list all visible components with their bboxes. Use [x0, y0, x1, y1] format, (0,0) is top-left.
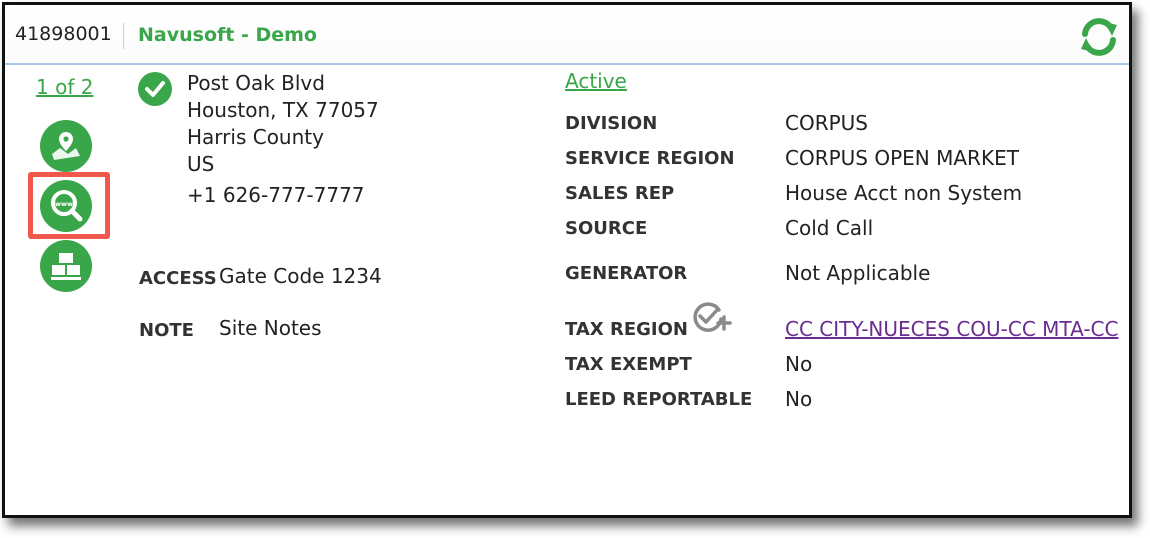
site-panel: 41898001 Navusoft - Demo 1 of 2 www Post…	[2, 2, 1132, 518]
tax-region-link[interactable]: CC CITY-NUECES COU-CC MTA-CC	[785, 317, 1125, 341]
generator-label: GENERATOR	[565, 263, 688, 284]
map-location-icon[interactable]	[40, 120, 92, 172]
header-divider	[123, 23, 124, 49]
division-value: CORPUS	[785, 111, 868, 135]
web-search-icon[interactable]: www	[40, 180, 92, 232]
generator-value: Not Applicable	[785, 261, 931, 285]
site-name: Navusoft - Demo	[138, 24, 317, 46]
service-region-value: CORPUS OPEN MARKET	[785, 146, 1019, 170]
tax-exempt-value: No	[785, 352, 813, 376]
leed-label: LEED REPORTABLE	[565, 389, 753, 410]
source-label: SOURCE	[565, 218, 648, 239]
address-county: Harris County	[187, 125, 324, 149]
access-label: ACCESS	[139, 268, 217, 289]
status-link[interactable]: Active	[565, 69, 627, 93]
verified-check-icon	[138, 72, 172, 106]
division-label: DIVISION	[565, 113, 658, 134]
containers-icon[interactable]	[40, 240, 92, 292]
address-phone: +1 626-777-7777	[187, 183, 365, 207]
access-value: Gate Code 1234	[219, 264, 382, 288]
svg-text:www: www	[55, 200, 73, 208]
tax-exempt-label: TAX EXEMPT	[565, 354, 692, 375]
note-value: Site Notes	[219, 316, 322, 340]
add-tax-region-icon[interactable]	[691, 298, 733, 334]
address-street: Post Oak Blvd	[187, 71, 325, 95]
sales-rep-label: SALES REP	[565, 183, 675, 204]
refresh-icon[interactable]	[1077, 15, 1121, 59]
sales-rep-value: House Acct non System	[785, 181, 1023, 205]
site-id: 41898001	[15, 23, 112, 45]
service-region-label: SERVICE REGION	[565, 148, 735, 169]
leed-value: No	[785, 387, 813, 411]
source-value: Cold Call	[785, 216, 874, 240]
panel-header: 41898001 Navusoft - Demo	[5, 5, 1129, 65]
note-label: NOTE	[139, 320, 194, 341]
tax-region-label: TAX REGION	[565, 319, 688, 340]
address-city: Houston, TX 77057	[187, 98, 379, 122]
pager-link[interactable]: 1 of 2	[36, 75, 93, 99]
address-country: US	[187, 152, 215, 176]
